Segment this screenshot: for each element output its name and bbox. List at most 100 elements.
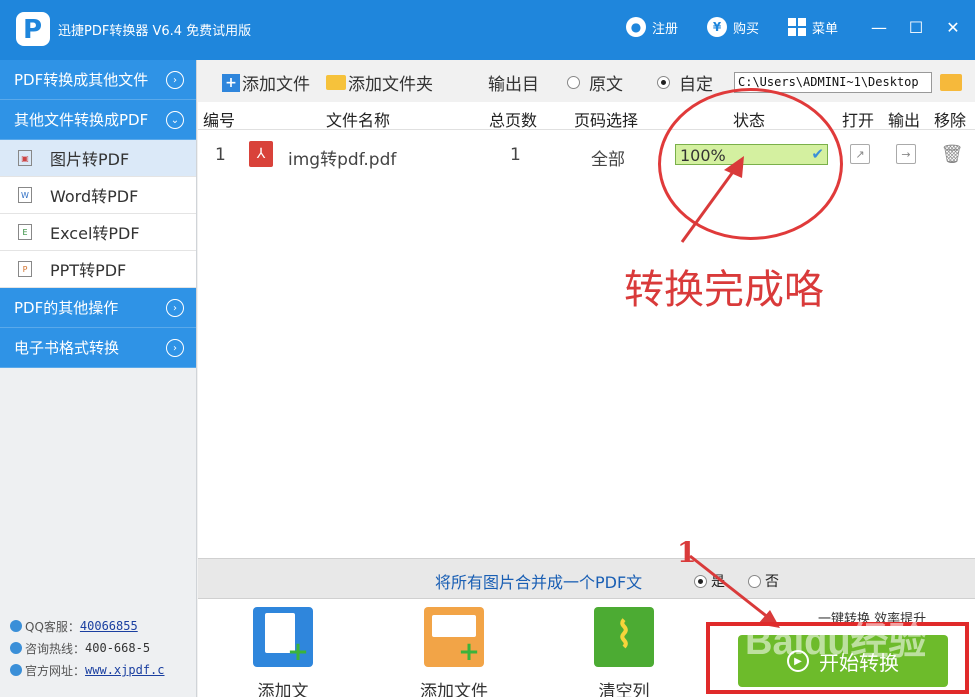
header-page-select: 页码选择	[574, 111, 639, 130]
add-folder-button[interactable]: 添加文件夹	[326, 70, 433, 95]
sidebar-category-label: 电子书格式转换	[14, 339, 120, 357]
toolbar: + 添加文件 添加文件夹 输出目 原文 自定 C:\Users\ADMINI~1…	[198, 60, 975, 102]
close-button[interactable]: ✕	[940, 14, 966, 40]
add-file-label: 添加文件	[242, 75, 310, 95]
row-pages: 1	[510, 145, 521, 165]
file-table: 编号 文件名称 总页数 页码选择 状态 打开 输出 移除 1 ⅄ img转pdf…	[198, 102, 975, 558]
app-title: 迅捷PDF转换器 V6.4 免费试用版	[58, 24, 252, 39]
add-folder-icon: +	[424, 607, 484, 667]
chevron-down-icon: ⌄	[166, 111, 184, 129]
open-external-icon[interactable]: ↗	[850, 144, 870, 164]
radio-selected-icon	[694, 574, 707, 588]
merge-no-label: 否	[765, 574, 779, 590]
radio-selected-icon	[657, 76, 670, 89]
chevron-right-icon: ›	[166, 339, 184, 357]
sidebar-category-ebook[interactable]: 电子书格式转换 ›	[0, 328, 196, 368]
broom-icon: ⌇	[594, 607, 654, 667]
add-file-button[interactable]: + 添加文件	[222, 70, 310, 95]
header-output: 输出	[888, 111, 921, 130]
maximize-button[interactable]: ☐	[903, 14, 929, 40]
clear-list-button[interactable]: ⌇ 清空列	[564, 607, 684, 697]
pdf-file-icon: ⅄	[249, 141, 273, 167]
merge-no-radio[interactable]: 否	[748, 571, 779, 591]
sidebar-item-label: 图片转PDF	[50, 150, 130, 169]
app-logo-icon: P	[16, 12, 50, 46]
sidebar-category-pdf-to-other[interactable]: PDF转换成其他文件 ›	[0, 60, 196, 100]
trash-icon[interactable]: 🗑	[941, 144, 964, 165]
add-file-icon: +	[253, 607, 313, 667]
sidebar-item-word-to-pdf[interactable]: W Word转PDF	[0, 177, 196, 214]
menu-label: 菜单	[812, 21, 839, 37]
chevron-right-icon: ›	[166, 71, 184, 89]
word-file-icon: W	[18, 187, 32, 203]
browse-folder-icon[interactable]	[940, 74, 962, 91]
buy-label: 购买	[733, 21, 760, 37]
output-original-label: 原文	[589, 75, 623, 95]
annotation-done-text: 转换完成咯	[624, 267, 824, 313]
sidebar-item-label: Word转PDF	[50, 187, 139, 206]
radio-icon	[748, 574, 761, 588]
folder-add-icon	[326, 75, 346, 90]
site-label: 官方网址：	[25, 663, 86, 678]
annotation-step-number: 1	[677, 536, 697, 569]
sidebar-item-image-to-pdf[interactable]: ▣ 图片转PDF	[0, 140, 196, 177]
title-bar: P 迅捷PDF转换器 V6.4 免费试用版 ● 注册 ¥ 购买 菜单 — ☐ ✕	[0, 0, 975, 60]
output-original-radio[interactable]: 原文	[567, 70, 623, 95]
header-remove: 移除	[934, 111, 967, 130]
contact-info: QQ客服： 40066855 咨询热线： 400-668-5 官方网址： www…	[10, 615, 165, 681]
register-label: 注册	[652, 21, 679, 37]
globe-icon	[10, 664, 22, 676]
register-button[interactable]: ● 注册	[626, 16, 678, 38]
sidebar-item-label: Excel转PDF	[50, 224, 140, 243]
sidebar-item-ppt-to-pdf[interactable]: P PPT转PDF	[0, 251, 196, 288]
minimize-button[interactable]: —	[866, 14, 892, 40]
watermark-logo: Baidu经验	[745, 621, 927, 663]
bottom-add-file-label: 添加文	[257, 682, 309, 697]
merge-yes-radio[interactable]: 是	[694, 571, 725, 591]
sidebar-item-excel-to-pdf[interactable]: E Excel转PDF	[0, 214, 196, 251]
row-filename: img转pdf.pdf	[288, 150, 397, 170]
hotline-value: 400-668-5	[85, 641, 151, 655]
sidebar-category-other-to-pdf[interactable]: 其他文件转换成PDF ⌄	[0, 100, 196, 140]
merge-yes-label: 是	[711, 574, 725, 590]
bottom-add-folder-button[interactable]: + 添加文件	[394, 607, 514, 697]
sidebar-category-label: 其他文件转换成PDF	[14, 111, 149, 129]
output-custom-radio[interactable]: 自定	[657, 70, 713, 95]
buy-button[interactable]: ¥ 购买	[707, 16, 759, 38]
annotation-ellipse	[658, 88, 843, 240]
header-index: 编号	[203, 111, 236, 130]
sidebar-category-pdf-other-ops[interactable]: PDF的其他操作 ›	[0, 288, 196, 328]
bottom-add-file-button[interactable]: + 添加文	[223, 607, 343, 697]
chevron-right-icon: ›	[166, 299, 184, 317]
sidebar: PDF转换成其他文件 › 其他文件转换成PDF ⌄ ▣ 图片转PDF W Wor…	[0, 60, 197, 697]
image-file-icon: ▣	[18, 150, 32, 166]
qq-label: QQ客服：	[25, 619, 80, 634]
excel-file-icon: E	[18, 224, 32, 240]
sidebar-category-label: PDF转换成其他文件	[14, 71, 149, 89]
user-icon: ●	[626, 17, 646, 37]
merge-label: 将所有图片合并成一个PDF文	[435, 573, 643, 592]
header-open: 打开	[842, 111, 875, 130]
table-header: 编号 文件名称 总页数 页码选择 状态 打开 输出 移除	[198, 102, 975, 130]
add-folder-label: 添加文件夹	[348, 75, 433, 95]
output-custom-label: 自定	[679, 75, 713, 95]
add-icon: +	[222, 73, 240, 92]
sidebar-category-label: PDF的其他操作	[14, 299, 119, 317]
row-page-select[interactable]: 全部	[591, 145, 625, 170]
sidebar-item-label: PPT转PDF	[50, 261, 127, 280]
bottom-add-folder-label: 添加文件	[420, 682, 488, 697]
ppt-file-icon: P	[18, 261, 32, 277]
header-pages: 总页数	[489, 111, 538, 130]
qq-icon	[10, 620, 22, 632]
header-filename: 文件名称	[326, 111, 391, 130]
table-row[interactable]: 1 ⅄ img转pdf.pdf 1 全部 100% ✔ ↗ → 🗑	[198, 132, 975, 176]
output-icon[interactable]: →	[896, 144, 916, 164]
site-link[interactable]: www.xjpdf.c	[85, 663, 164, 677]
yen-icon: ¥	[707, 17, 727, 37]
qq-link[interactable]: 40066855	[80, 619, 138, 633]
radio-icon	[567, 76, 580, 89]
output-dir-label: 输出目	[488, 75, 539, 95]
clear-list-label: 清空列	[598, 682, 650, 697]
menu-button[interactable]: 菜单	[788, 16, 838, 38]
row-index: 1	[215, 145, 226, 165]
